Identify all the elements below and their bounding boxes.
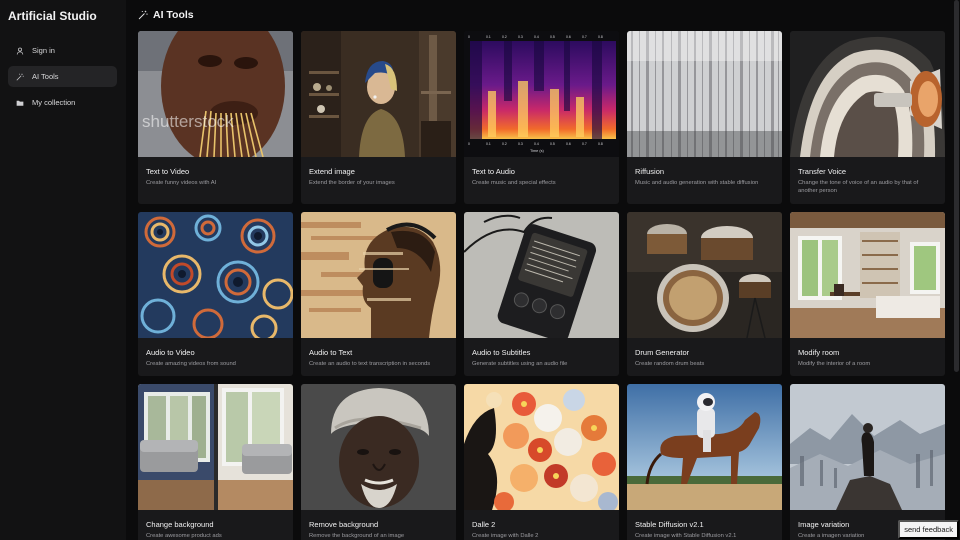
girl-with-pearl-earring-image bbox=[301, 31, 456, 157]
svg-text:0: 0 bbox=[468, 142, 470, 146]
sidebar-item-label: Sign in bbox=[32, 46, 55, 55]
sidebar-item-my-collection[interactable]: My collection bbox=[8, 92, 117, 113]
card-title: Drum Generator bbox=[635, 348, 690, 357]
astronaut-on-horse-image bbox=[627, 384, 782, 510]
folder-icon bbox=[16, 99, 24, 107]
card-description: Create random drum beats bbox=[635, 361, 705, 367]
card-title: Audio to Video bbox=[146, 348, 195, 357]
svg-text:0.6: 0.6 bbox=[566, 35, 571, 39]
card-description: Remove the background of an image bbox=[309, 533, 405, 539]
card-title: Remove background bbox=[309, 520, 379, 529]
sofa-split-room-image bbox=[138, 384, 293, 510]
spectrogram-image: 0 0.1 0.2 0.3 0.4 0.5 0.6 0.7 0.8 0 0.1 0.2 0.3 0.… bbox=[464, 31, 619, 157]
grayscale-spectrogram-image bbox=[627, 31, 782, 157]
abstract-horn-image bbox=[790, 31, 945, 157]
tools-grid: shutterstock Text to Video Create funny … bbox=[138, 31, 948, 540]
tool-card-transfer-voice[interactable]: Transfer Voice Change the tone of voice … bbox=[790, 31, 945, 204]
svg-text:0.3: 0.3 bbox=[518, 142, 523, 146]
svg-text:0.5: 0.5 bbox=[550, 35, 555, 39]
card-title: Transfer Voice bbox=[798, 167, 847, 176]
sidebar-item-label: AI Tools bbox=[32, 72, 59, 81]
card-title: Audio to Text bbox=[309, 348, 353, 357]
svg-text:0.1: 0.1 bbox=[486, 142, 491, 146]
bedroom-interior-image bbox=[790, 212, 945, 338]
svg-text:0.4: 0.4 bbox=[534, 142, 539, 146]
sidebar-nav: Sign in AI Tools My collection bbox=[8, 40, 117, 118]
audio-player-device-image bbox=[464, 212, 619, 338]
svg-text:0.2: 0.2 bbox=[502, 35, 507, 39]
card-description: Modify the interior of a room bbox=[798, 361, 871, 367]
card-title: Stable Diffusion v2.1 bbox=[635, 520, 704, 529]
sidebar-item-ai-tools[interactable]: AI Tools bbox=[8, 66, 117, 87]
card-description: Create funny videos with AI bbox=[146, 180, 217, 186]
svg-text:0: 0 bbox=[468, 35, 470, 39]
tool-card-modify-room[interactable]: Modify room Modify the interior of a roo… bbox=[790, 212, 945, 376]
tool-card-drum-generator[interactable]: Drum Generator Create random drum beats bbox=[627, 212, 782, 376]
tool-card-audio-to-text[interactable]: Audio to Text Create an audio to text tr… bbox=[301, 212, 456, 376]
card-title: Change background bbox=[146, 520, 214, 529]
magic-wand-icon bbox=[138, 10, 148, 20]
svg-text:0.5: 0.5 bbox=[550, 142, 555, 146]
sidebar: Artificial Studio Sign in AI Tools My co… bbox=[0, 0, 126, 540]
tool-card-image-variation[interactable]: Image variation Create a imagen variatio… bbox=[790, 384, 945, 540]
user-icon bbox=[16, 47, 24, 55]
tool-card-remove-background[interactable]: Remove background Remove the background … bbox=[301, 384, 456, 540]
flower-head-silhouette-image bbox=[464, 384, 619, 510]
page-title: AI Tools bbox=[153, 9, 194, 21]
magic-wand-icon bbox=[16, 73, 24, 81]
man-eating-spaghetti-image: shutterstock bbox=[138, 31, 293, 157]
svg-text:0.1: 0.1 bbox=[486, 35, 491, 39]
tool-card-text-to-audio[interactable]: 0 0.1 0.2 0.3 0.4 0.5 0.6 0.7 0.8 0 0.1 0.2 0.3 0.… bbox=[464, 31, 619, 204]
tool-card-riffusion[interactable]: Riffusion Music and audio generation wit… bbox=[627, 31, 782, 204]
tool-card-stable-diffusion[interactable]: Stable Diffusion v2.1 Create image with … bbox=[627, 384, 782, 540]
card-description: Generate subtitles using an audio file bbox=[472, 361, 568, 367]
page-header: AI Tools bbox=[138, 9, 194, 21]
card-title: Dalle 2 bbox=[472, 520, 496, 529]
tool-card-audio-to-subtitles[interactable]: Audio to Subtitles Generate subtitles us… bbox=[464, 212, 619, 376]
card-description: Create image with Dalle 2 bbox=[472, 533, 539, 539]
svg-text:0.6: 0.6 bbox=[566, 142, 571, 146]
wanderer-above-fog-image bbox=[790, 384, 945, 510]
svg-text:0.8: 0.8 bbox=[598, 142, 603, 146]
tool-card-extend-image[interactable]: Extend image Extend the border of your i… bbox=[301, 31, 456, 204]
card-title: Text to Audio bbox=[472, 167, 515, 176]
sidebar-item-sign-in[interactable]: Sign in bbox=[8, 40, 117, 61]
card-description: Create image with Stable Diffusion v2.1 bbox=[635, 533, 737, 539]
card-description: Change the tone of voice of an audio by … bbox=[798, 180, 919, 194]
svg-text:0.4: 0.4 bbox=[534, 35, 539, 39]
send-feedback-button[interactable]: send feedback bbox=[898, 520, 959, 539]
card-description: Music and audio generation with stable d… bbox=[635, 180, 759, 186]
tool-card-dalle-2[interactable]: Dalle 2 Create image with Dalle 2 bbox=[464, 384, 619, 540]
main-content: AI Tools shutterstock Text to Video Crea… bbox=[126, 0, 960, 540]
tool-card-text-to-video[interactable]: shutterstock Text to Video Create funny … bbox=[138, 31, 293, 204]
sidebar-item-label: My collection bbox=[32, 98, 76, 107]
svg-text:0.7: 0.7 bbox=[582, 142, 587, 146]
glitch-headphones-portrait-image bbox=[301, 212, 456, 338]
psychedelic-pattern-image bbox=[138, 212, 293, 338]
card-title: Modify room bbox=[798, 348, 840, 357]
tool-card-audio-to-video[interactable]: Audio to Video Create amazing videos fro… bbox=[138, 212, 293, 376]
scrollbar[interactable] bbox=[954, 0, 959, 372]
card-title: Extend image bbox=[309, 167, 355, 176]
tool-card-change-background[interactable]: Change background Create awesome product… bbox=[138, 384, 293, 540]
card-description: Create awesome product ads bbox=[146, 533, 222, 539]
card-title: Audio to Subtitles bbox=[472, 348, 531, 357]
card-description: Create an audio to text transcription in… bbox=[309, 361, 431, 367]
watermark-text: shutterstock bbox=[142, 112, 234, 131]
svg-text:0.2: 0.2 bbox=[502, 142, 507, 146]
card-title: Image variation bbox=[798, 520, 850, 529]
svg-text:0.7: 0.7 bbox=[582, 35, 587, 39]
card-title: Riffusion bbox=[635, 167, 665, 176]
card-title: Text to Video bbox=[146, 167, 190, 176]
card-description: Create amazing videos from sound bbox=[146, 361, 236, 367]
spectrogram-axis-label: Time (s) bbox=[530, 149, 545, 153]
app-title[interactable]: Artificial Studio bbox=[8, 9, 97, 23]
svg-text:0.8: 0.8 bbox=[598, 35, 603, 39]
drum-kit-image bbox=[627, 212, 782, 338]
card-description: Create music and special effects bbox=[472, 180, 556, 186]
svg-text:0.3: 0.3 bbox=[518, 35, 523, 39]
man-with-turban-image bbox=[301, 384, 456, 510]
card-description: Extend the border of your images bbox=[309, 180, 395, 186]
